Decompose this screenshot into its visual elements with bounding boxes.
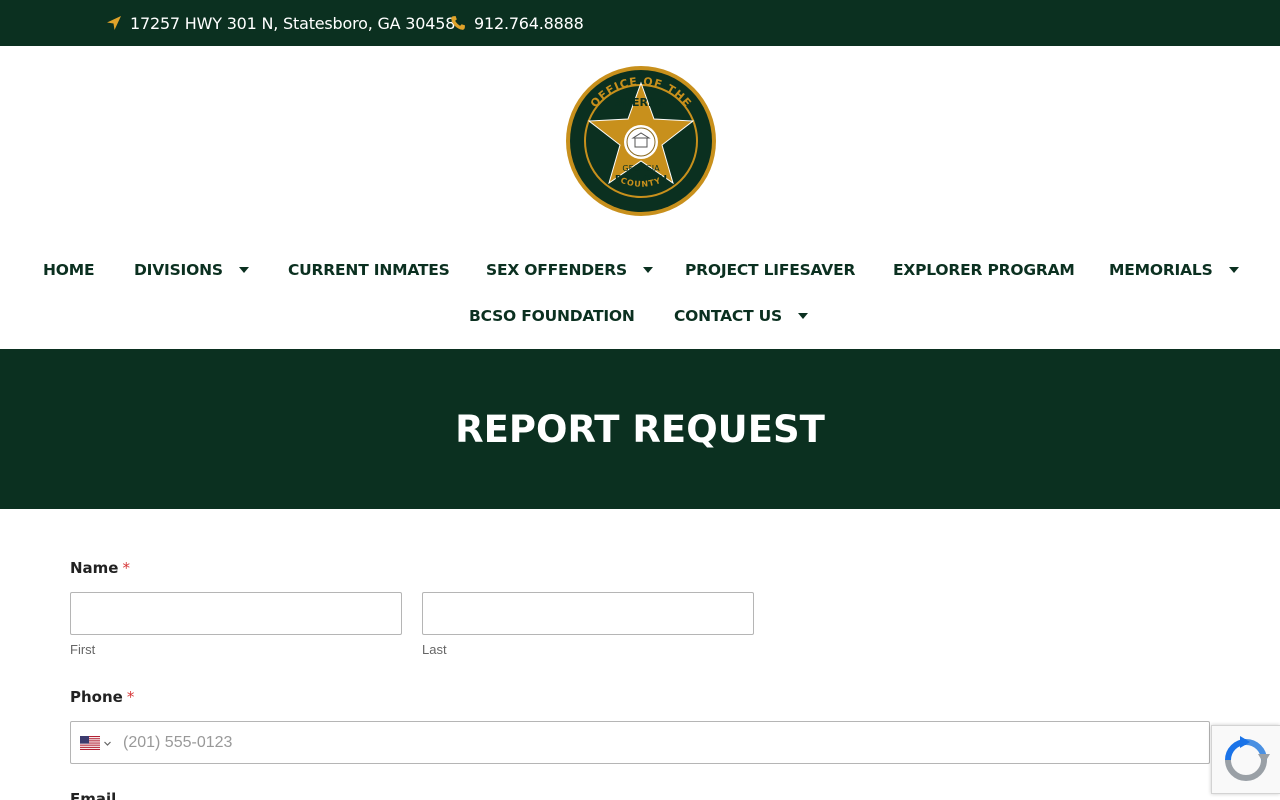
- nav-sex-offenders[interactable]: SEX OFFENDERS: [486, 258, 653, 282]
- phone-text: 912.764.8888: [474, 13, 584, 33]
- nav-memorials-label: MEMORIALS: [1109, 261, 1213, 279]
- last-name-sublabel: Last: [422, 642, 447, 657]
- us-flag-icon[interactable]: [80, 736, 100, 750]
- phone-label-text: Phone: [70, 688, 123, 706]
- first-name-input[interactable]: [70, 592, 402, 635]
- recaptcha-icon: [1225, 736, 1270, 781]
- chevron-down-icon[interactable]: [104, 740, 111, 747]
- first-name-sublabel: First: [70, 642, 96, 657]
- nav-divisions[interactable]: DIVISIONS: [134, 258, 249, 282]
- logo-georgia-text: GEORGIA: [622, 164, 660, 173]
- sheriff-badge-logo[interactable]: OFFICE OF THE SHERIFF GEORGIA BULLOCH CO…: [565, 65, 717, 217]
- phone-icon: [451, 16, 465, 30]
- nav-explorer-program[interactable]: EXPLORER PROGRAM: [893, 258, 1075, 282]
- top-info-bar: 17257 HWY 301 N, Statesboro, GA 30458 91…: [0, 0, 1280, 46]
- sheriff-badge-icon: OFFICE OF THE SHERIFF GEORGIA BULLOCH CO…: [566, 66, 716, 216]
- nav-contact-us-label: CONTACT US: [674, 307, 782, 325]
- nav-bcso-foundation-label: BCSO FOUNDATION: [469, 307, 635, 325]
- recaptcha-badge[interactable]: [1211, 725, 1280, 794]
- nav-home-label: HOME: [43, 261, 95, 279]
- location-arrow-icon: [107, 16, 121, 30]
- nav-sex-offenders-label: SEX OFFENDERS: [486, 261, 627, 279]
- phone-field: [70, 721, 1210, 764]
- name-label-text: Name: [70, 559, 119, 577]
- required-mark: *: [126, 688, 135, 706]
- nav-explorer-program-label: EXPLORER PROGRAM: [893, 261, 1075, 279]
- nav-memorials[interactable]: MEMORIALS: [1109, 258, 1239, 282]
- phone-link[interactable]: 912.764.8888: [450, 0, 584, 46]
- name-field-label: Name *: [70, 559, 130, 577]
- chevron-down-icon[interactable]: [797, 313, 808, 319]
- phone-input[interactable]: [113, 722, 1203, 763]
- page-hero: REPORT REQUEST: [0, 349, 1280, 509]
- email-field-label: Email: [70, 790, 117, 800]
- address-link[interactable]: 17257 HWY 301 N, Statesboro, GA 30458: [106, 0, 455, 46]
- phone-field-label: Phone *: [70, 688, 134, 706]
- logo-sheriff-text: SHERIFF: [615, 96, 667, 109]
- nav-current-inmates[interactable]: CURRENT INMATES: [288, 258, 450, 282]
- chevron-down-icon[interactable]: [642, 267, 653, 273]
- last-name-input[interactable]: [422, 592, 754, 635]
- chevron-down-icon[interactable]: [238, 267, 249, 273]
- nav-current-inmates-label: CURRENT INMATES: [288, 261, 450, 279]
- nav-home[interactable]: HOME: [43, 258, 95, 282]
- address-text: 17257 HWY 301 N, Statesboro, GA 30458: [130, 13, 456, 33]
- nav-contact-us[interactable]: CONTACT US: [674, 304, 808, 328]
- chevron-down-icon[interactable]: [1228, 267, 1239, 273]
- required-mark: *: [122, 559, 130, 577]
- page-title: REPORT REQUEST: [455, 407, 825, 451]
- nav-bcso-foundation[interactable]: BCSO FOUNDATION: [469, 304, 635, 328]
- nav-project-lifesaver-label: PROJECT LIFESAVER: [685, 261, 856, 279]
- nav-project-lifesaver[interactable]: PROJECT LIFESAVER: [685, 258, 855, 282]
- nav-divisions-label: DIVISIONS: [134, 261, 223, 279]
